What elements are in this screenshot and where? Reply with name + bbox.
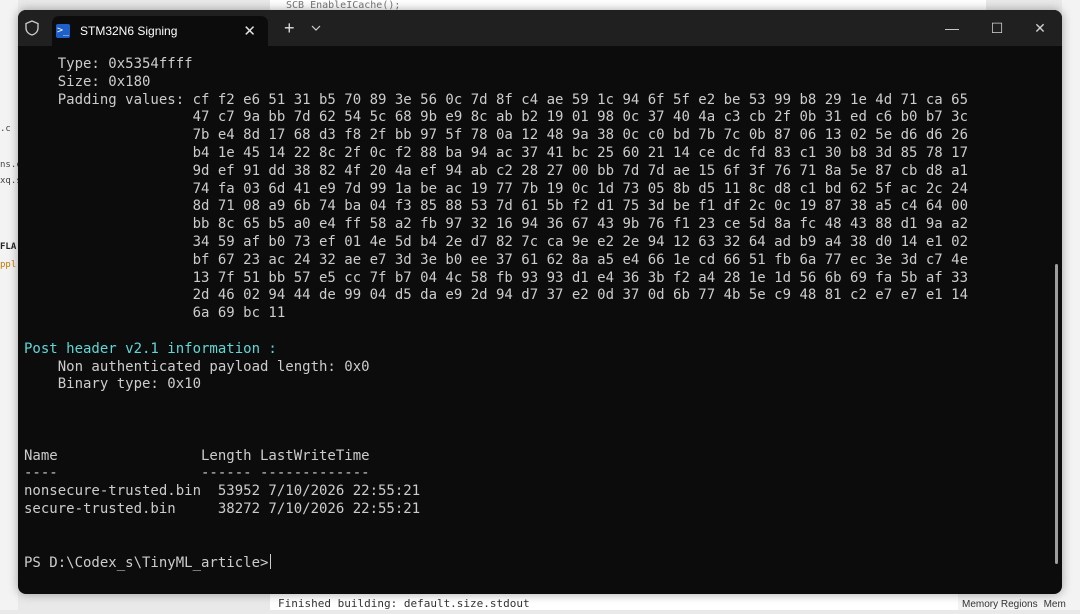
prompt-line[interactable]: PS D:\Codex_s\TinyML_article> — [24, 554, 1034, 572]
terminal-output[interactable]: Type: 0x5354ffff Size: 0x180 Padding val… — [24, 56, 1034, 586]
terminal-line: Name Length LastWriteTime — [24, 447, 370, 464]
text-cursor — [270, 554, 272, 570]
terminal-line: 9d ef 91 dd 38 82 4f 20 4a ef 94 ab c2 2… — [24, 162, 969, 179]
terminal-line: 47 c7 9a bb 7d 62 54 5c 68 9b e9 8c ab b… — [24, 109, 969, 126]
background-tab[interactable]: Memory Regions — [962, 599, 1038, 610]
background-fragment: .c — [0, 124, 11, 134]
terminal-line: Size: 0x180 — [24, 73, 151, 90]
background-editor-left: .c ns.c xq.s FLA ppl — [0, 0, 22, 610]
terminal-line: 7b e4 8d 17 68 d3 f8 2f bb 97 5f 78 0a 1… — [24, 127, 969, 144]
powershell-icon: >_ — [56, 24, 70, 38]
background-editor-top: SCB_EnableICache(); — [270, 0, 986, 10]
terminal-line: 13 7f 51 bb 57 e5 cc 7f b7 04 4c 58 fb 9… — [24, 269, 969, 286]
terminal-line: b4 1e 45 14 22 8c 2f 0c f2 88 ba 94 ac 3… — [24, 144, 969, 161]
prompt-text: PS D:\Codex_s\TinyML_article> — [24, 555, 269, 572]
terminal-line: 2d 46 02 94 44 de 99 04 d5 da e9 2d 94 d… — [24, 287, 969, 304]
tab-stm32n6-signing[interactable]: >_ STM32N6 Signing ✕ — [52, 16, 268, 46]
tab-title: STM32N6 Signing — [80, 24, 178, 38]
terminal-line: nonsecure-trusted.bin 53952 7/10/2026 22… — [24, 483, 421, 500]
close-window-button[interactable]: ✕ — [1018, 10, 1062, 46]
minimize-button[interactable]: — — [930, 10, 974, 46]
background-tab[interactable]: Mem — [1044, 599, 1066, 610]
background-fragment: FLA — [0, 242, 17, 252]
background-console-line: Finished building: default.size.stdout — [270, 594, 958, 610]
terminal-line: 8d 71 08 a9 6b 74 ba 04 f3 85 88 53 7d 6… — [24, 198, 969, 215]
terminal-line: bf 67 23 ac 24 32 ae e7 3d 3e b0 ee 37 6… — [24, 251, 969, 268]
maximize-button[interactable]: ☐ — [975, 10, 1019, 46]
close-tab-icon[interactable]: ✕ — [243, 22, 256, 40]
terminal-line: Binary type: 0x10 — [24, 376, 202, 393]
section-heading: Post header v2.1 information : — [24, 340, 277, 357]
terminal-line: bb 8c 65 b5 a0 e4 ff 58 a2 fb 97 32 16 9… — [24, 216, 969, 233]
terminal-line: 6a 69 bc 11 — [24, 305, 286, 322]
terminal-line: ---- ------ ------------- — [24, 465, 370, 482]
title-bar: >_ STM32N6 Signing ✕ + — ☐ ✕ — [18, 10, 1062, 46]
background-fragment: ppl — [0, 260, 17, 270]
chevron-down-icon[interactable] — [311, 23, 321, 33]
terminal-window: >_ STM32N6 Signing ✕ + — ☐ ✕ Type: 0x535… — [18, 10, 1062, 594]
terminal-line: 74 fa 03 6d 41 e9 7d 99 1a be ac 19 77 7… — [24, 180, 969, 197]
scrollbar[interactable] — [1055, 264, 1058, 564]
terminal-line: Padding values: cf f2 e6 51 31 b5 70 89 … — [24, 91, 969, 108]
terminal-line: 34 59 af b0 73 ef 01 4e 5d b4 2e d7 82 7… — [24, 233, 969, 250]
new-tab-button[interactable]: + — [284, 19, 295, 37]
shield-icon — [25, 20, 39, 36]
terminal-line: secure-trusted.bin 38272 7/10/2026 22:55… — [24, 500, 421, 517]
terminal-line: Type: 0x5354ffff — [24, 56, 193, 72]
background-editor-right — [1062, 0, 1080, 610]
terminal-line: Non authenticated payload length: 0x0 — [24, 358, 370, 375]
